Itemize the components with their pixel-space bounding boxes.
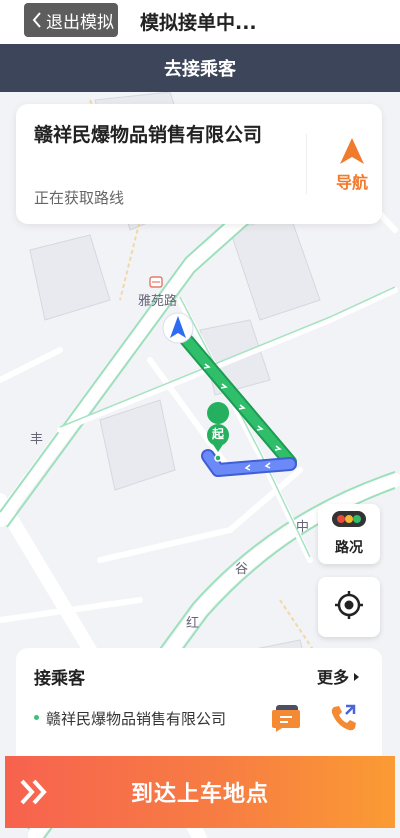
message-icon <box>272 702 302 736</box>
trip-status-text: 去接乘客 <box>164 59 236 80</box>
call-button[interactable] <box>326 702 360 736</box>
traffic-light-icon <box>332 511 366 531</box>
phone-icon <box>328 702 358 736</box>
passenger-panel: 接乘客 更多 赣祥民爆物品销售有限公司 <box>16 648 382 758</box>
road-label-hong: 红 <box>186 616 200 631</box>
destination-card: 赣祥民爆物品销售有限公司 正在获取路线 导航 <box>16 104 382 224</box>
more-button[interactable]: 更多 <box>317 664 360 688</box>
exit-simulation-label: 退出模拟 <box>46 12 114 33</box>
crosshair-icon <box>334 590 364 624</box>
navigation-arrow-icon <box>339 137 365 169</box>
route-status: 正在获取路线 <box>34 189 125 207</box>
poi-label: 雅苑路 <box>138 294 178 309</box>
navigation-label: 导航 <box>335 173 368 192</box>
more-label: 更多 <box>316 668 349 687</box>
road-label-zhong: 中 <box>296 520 310 535</box>
navigation-button[interactable]: 导航 <box>322 134 382 196</box>
road-label-feng: 丰 <box>30 432 44 447</box>
pickup-address: 赣祥民爆物品销售有限公司 <box>46 710 227 728</box>
road-label-gu: 谷 <box>235 562 249 577</box>
page-title: 模拟接单中... <box>140 12 257 34</box>
traffic-label: 路况 <box>335 540 363 556</box>
exit-simulation-button[interactable]: 退出模拟 <box>24 3 118 37</box>
arrived-pickup-label: 到达上车地点 <box>130 782 269 807</box>
top-bar: 退出模拟 模拟接单中... <box>0 0 400 44</box>
divider <box>306 134 307 194</box>
chevron-left-icon <box>30 10 44 30</box>
start-marker-label: 起 <box>212 427 225 441</box>
caret-right-icon <box>353 667 360 686</box>
traffic-button[interactable]: 路况 <box>318 504 380 564</box>
trip-status-bar: 去接乘客 <box>0 44 400 92</box>
locate-button[interactable] <box>318 577 380 637</box>
pickup-dot-icon <box>34 715 39 720</box>
panel-title: 接乘客 <box>34 669 85 689</box>
destination-name: 赣祥民爆物品销售有限公司 <box>34 124 263 146</box>
arrived-pickup-button[interactable]: 到达上车地点 <box>5 756 395 828</box>
message-button[interactable] <box>270 702 304 736</box>
